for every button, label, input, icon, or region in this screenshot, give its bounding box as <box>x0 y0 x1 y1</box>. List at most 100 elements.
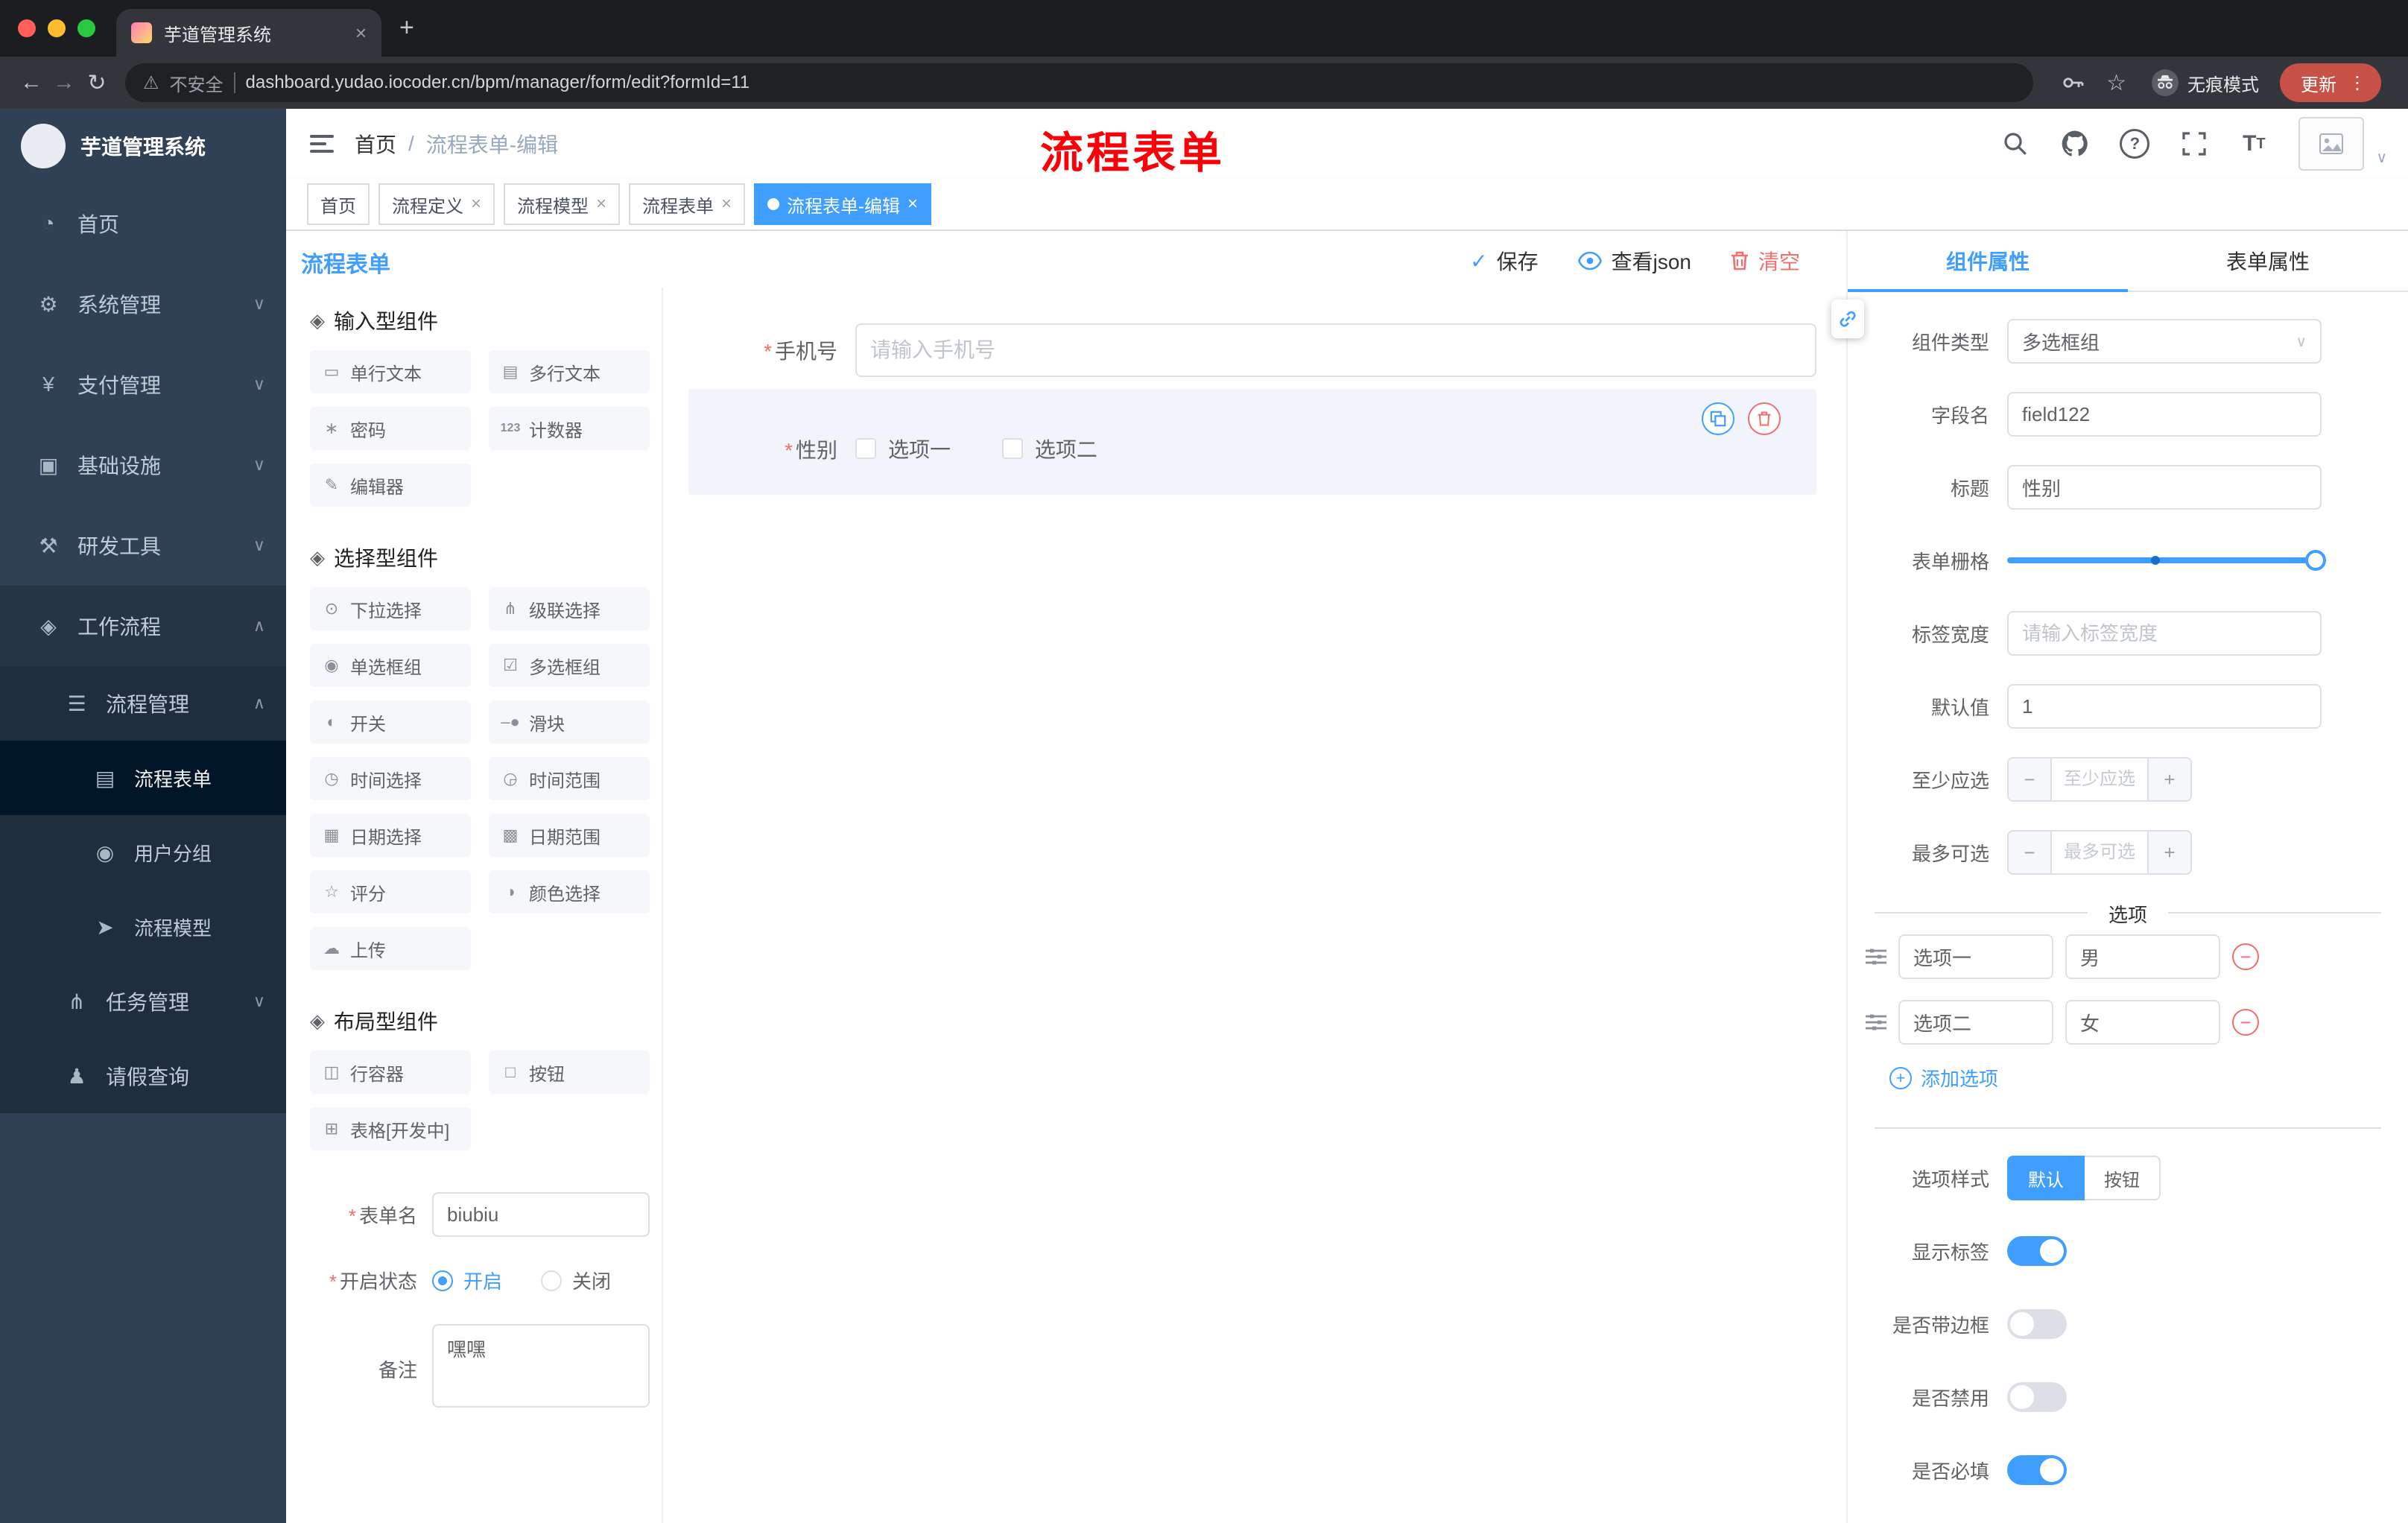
form-canvas[interactable]: *手机号 *性别 选项一 <box>665 288 1846 1523</box>
caret-down-icon[interactable]: ∨ <box>2376 148 2387 167</box>
max-select-input[interactable] <box>2052 832 2147 873</box>
font-size-icon[interactable]: TT <box>2239 129 2269 159</box>
option-style-default-button[interactable]: 默认 <box>2007 1156 2085 1200</box>
new-tab-button[interactable]: + <box>399 15 414 40</box>
link-handle-icon[interactable] <box>1831 300 1864 338</box>
component-item-password[interactable]: ∗ 密码 <box>310 407 471 450</box>
component-item-switch[interactable]: ◐ 开关 <box>310 700 471 744</box>
tab-component-props[interactable]: 组件属性 <box>1848 231 2128 292</box>
tab-close-icon[interactable]: × <box>355 22 367 45</box>
tab-form-props[interactable]: 表单属性 <box>2128 231 2408 291</box>
sidebar-item-user-group[interactable]: ◉ 用户分组 <box>0 815 286 890</box>
help-icon[interactable]: ? <box>2120 129 2150 159</box>
sidebar-item-process-form[interactable]: ▤ 流程表单 <box>0 741 286 815</box>
component-type-select[interactable]: 多选框组 ∨ <box>2007 319 2322 364</box>
sidebar-item-process-model[interactable]: ➤ 流程模型 <box>0 890 286 964</box>
delete-component-button[interactable] <box>1748 402 1781 435</box>
component-item-rate[interactable]: ☆ 评分 <box>310 870 471 914</box>
slider-handle[interactable] <box>2305 550 2326 571</box>
fullscreen-icon[interactable] <box>2179 129 2209 159</box>
remove-option-button[interactable]: − <box>2232 943 2259 970</box>
required-switch[interactable] <box>2007 1455 2067 1485</box>
component-item-time-range[interactable]: ◶ 时间范围 <box>489 757 650 800</box>
github-icon[interactable] <box>2060 129 2090 159</box>
sidebar-item-devtools[interactable]: ⚒ 研发工具 ∨ <box>0 505 286 586</box>
hamburger-button[interactable] <box>310 135 334 153</box>
breadcrumb-home[interactable]: 首页 <box>355 129 396 159</box>
status-on-radio[interactable]: 开启 <box>432 1267 502 1294</box>
sidebar-item-leave-query[interactable]: ♟ 请假查询 <box>0 1039 286 1113</box>
key-icon[interactable] <box>2062 71 2085 95</box>
component-item-date-range[interactable]: ▩ 日期范围 <box>489 814 650 857</box>
component-item-select[interactable]: ⊙ 下拉选择 <box>310 587 471 630</box>
option-value-input[interactable] <box>2065 1000 2220 1045</box>
sidebar-item-infra[interactable]: ▣ 基础设施 ∨ <box>0 425 286 505</box>
browser-tab[interactable]: 芋道管理系统 × <box>116 9 381 57</box>
tag-process-definition[interactable]: 流程定义 × <box>378 183 495 225</box>
remove-option-button[interactable]: − <box>2232 1009 2259 1036</box>
plus-button[interactable]: + <box>2147 759 2190 800</box>
minus-button[interactable]: − <box>2009 759 2052 800</box>
minus-button[interactable]: − <box>2009 832 2052 873</box>
search-icon[interactable] <box>2000 129 2030 159</box>
gender-checkbox-option2[interactable]: 选项二 <box>1001 434 1097 463</box>
clear-button[interactable]: 清空 <box>1730 246 1800 276</box>
checkbox-icon[interactable] <box>855 438 876 459</box>
status-off-radio[interactable]: 关闭 <box>541 1267 611 1294</box>
component-item-time-picker[interactable]: ◷ 时间选择 <box>310 757 471 800</box>
default-value-input[interactable] <box>2007 684 2322 729</box>
component-item-checkbox-group[interactable]: ☑ 多选框组 <box>489 644 650 687</box>
form-name-input[interactable] <box>432 1192 650 1237</box>
tag-close-icon[interactable]: × <box>596 194 606 215</box>
checkbox-icon[interactable] <box>1001 438 1023 459</box>
sidebar-item-workflow[interactable]: ◈ 工作流程 ∧ <box>0 586 286 666</box>
selected-component-gender[interactable]: * 性别 选项一 选项二 <box>688 389 1816 495</box>
tag-close-icon[interactable]: × <box>471 194 481 215</box>
option-name-input[interactable] <box>1898 934 2053 979</box>
show-label-switch[interactable] <box>2007 1236 2067 1266</box>
bookmark-star-icon[interactable]: ☆ <box>2106 70 2126 96</box>
add-option-button[interactable]: + 添加选项 <box>1889 1064 2408 1092</box>
component-item-date-picker[interactable]: ▦ 日期选择 <box>310 814 471 857</box>
label-width-input[interactable] <box>2007 611 2322 656</box>
component-item-counter[interactable]: 123 计数器 <box>489 407 650 450</box>
sidebar-item-process-mgmt[interactable]: ☰ 流程管理 ∧ <box>0 666 286 741</box>
avatar[interactable] <box>2298 117 2365 171</box>
drag-handle-icon[interactable] <box>1866 948 1886 966</box>
forward-icon[interactable]: → <box>48 70 80 95</box>
update-button[interactable]: 更新 ⋮ <box>2280 63 2381 102</box>
option-value-input[interactable] <box>2065 934 2220 979</box>
sidebar-item-home[interactable]: ◔ 首页 <box>0 183 286 264</box>
back-icon[interactable]: ← <box>15 70 48 95</box>
gender-checkbox-option1[interactable]: 选项一 <box>855 434 951 463</box>
tag-close-icon[interactable]: × <box>721 194 732 215</box>
menu-dots-icon[interactable]: ⋮ <box>2348 72 2366 94</box>
border-switch[interactable] <box>2007 1309 2067 1339</box>
title-input[interactable] <box>2007 465 2322 510</box>
drag-handle-icon[interactable] <box>1866 1013 1886 1031</box>
component-item-table[interactable]: ⊞ 表格[开发中] <box>310 1107 471 1150</box>
option-style-button-button[interactable]: 按钮 <box>2085 1156 2161 1200</box>
view-json-button[interactable]: 查看json <box>1577 246 1691 276</box>
copy-component-button[interactable] <box>1702 402 1734 435</box>
component-item-radio-group[interactable]: ◉ 单选框组 <box>310 644 471 687</box>
traffic-light-close[interactable] <box>18 19 36 37</box>
address-bar[interactable]: ⚠ 不安全 dashboard.yudao.iocoder.cn/bpm/man… <box>125 63 2034 102</box>
min-select-input[interactable] <box>2052 759 2147 800</box>
tag-process-form-edit[interactable]: 流程表单-编辑 × <box>754 183 932 225</box>
component-item-editor[interactable]: ✎ 编辑器 <box>310 463 471 507</box>
sidebar-item-task-mgmt[interactable]: ⋔ 任务管理 ∨ <box>0 964 286 1039</box>
save-button[interactable]: ✓ 保存 <box>1470 246 1538 276</box>
plus-button[interactable]: + <box>2147 832 2190 873</box>
component-item-upload[interactable]: ☁ 上传 <box>310 927 471 970</box>
component-item-input[interactable]: ▭ 单行文本 <box>310 350 471 393</box>
tag-home[interactable]: 首页 <box>307 183 370 225</box>
traffic-light-minimize[interactable] <box>48 19 66 37</box>
phone-field-input[interactable] <box>855 323 1816 377</box>
remark-textarea[interactable]: 嘿嘿 <box>432 1324 650 1408</box>
phone-field[interactable]: * 手机号 <box>688 323 1816 377</box>
sidebar-item-payment[interactable]: ¥ 支付管理 ∨ <box>0 344 286 425</box>
component-item-cascader[interactable]: ⋔ 级联选择 <box>489 587 650 630</box>
reload-icon[interactable]: ↻ <box>80 70 113 96</box>
sidebar-item-system[interactable]: ⚙ 系统管理 ∨ <box>0 264 286 344</box>
